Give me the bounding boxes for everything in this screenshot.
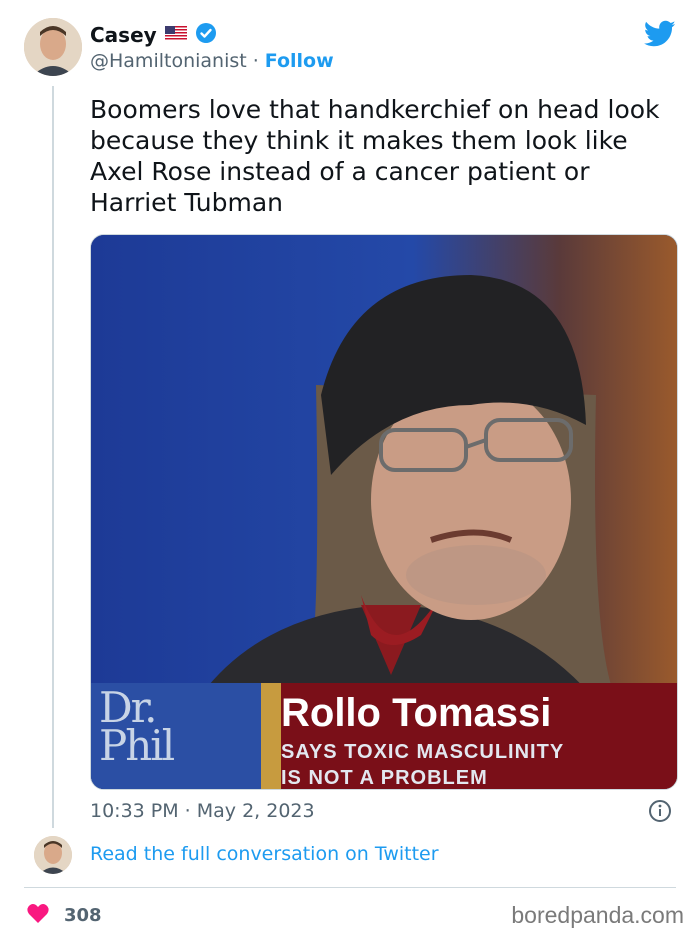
info-icon[interactable]: [648, 799, 672, 823]
watermark: boredpanda.com: [511, 902, 684, 928]
us-flag-icon: [164, 25, 187, 45]
like-count: 308: [64, 904, 102, 926]
thread-line: [52, 86, 54, 828]
author-handle[interactable]: @Hamiltonianist: [90, 50, 247, 72]
caption-name: Rollo Tomassi: [281, 691, 552, 735]
follow-button[interactable]: Follow: [265, 50, 334, 72]
read-conversation-link[interactable]: Read the full conversation on Twitter: [90, 843, 439, 865]
twitter-bird-icon[interactable]: [643, 20, 676, 48]
avatar-small[interactable]: [34, 836, 72, 874]
divider: [24, 887, 676, 888]
dr-phil-logo: Dr. Phil: [99, 683, 175, 770]
caption-subtitle: SAYS TOXIC MASCULINITY IS NOT A PROBLEM: [281, 741, 565, 789]
heart-icon[interactable]: [26, 902, 50, 929]
verified-badge-icon: [195, 22, 217, 48]
author-name[interactable]: Casey: [90, 23, 157, 47]
avatar[interactable]: [24, 18, 82, 76]
tweet-timestamp[interactable]: 10:33 PM · May 2, 2023: [90, 800, 315, 822]
tweet-text: Boomers love that handkerchief on head l…: [90, 95, 660, 217]
separator: ·: [252, 50, 259, 72]
tweet-media-image[interactable]: Dr. Phil Rollo Tomassi SAYS TOXIC MASCUL…: [90, 234, 678, 790]
